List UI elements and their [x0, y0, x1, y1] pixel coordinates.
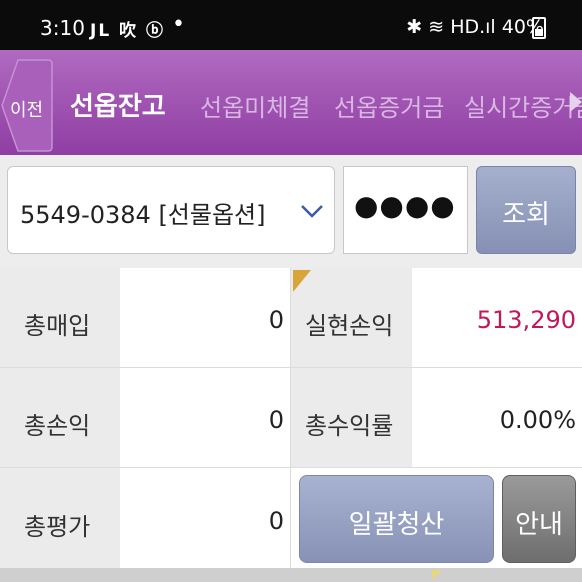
guide-button-label: 안내 — [515, 510, 563, 540]
prev-button[interactable]: 이전 — [0, 58, 56, 153]
bottom-strip — [0, 568, 582, 582]
query-button[interactable]: 조회 — [476, 166, 576, 254]
total-buy-label: 총매입 — [24, 312, 91, 340]
tab-futures-options-unfilled[interactable]: 선옵미체결 — [200, 88, 310, 123]
notification-dot-icon: • — [172, 12, 185, 37]
corner-marker-icon — [293, 270, 311, 292]
realized-pl-value: 513,290 — [476, 306, 576, 334]
battery-icon — [532, 17, 546, 39]
grid-divider — [0, 467, 582, 468]
tab-scroll-right-icon[interactable] — [570, 92, 582, 112]
password-mask: ●●●● — [354, 189, 456, 222]
total-pl-label: 총손익 — [24, 412, 91, 440]
realized-pl-label: 실현손익 — [305, 312, 394, 340]
password-field[interactable]: ●●●● — [343, 166, 468, 254]
total-eval-value: 0 — [268, 507, 284, 535]
tab-futures-options-margin[interactable]: 선옵증거금 — [334, 88, 444, 123]
tab-futures-options-balance[interactable]: 선옵잔고 — [70, 86, 166, 123]
status-time: 3:10 — [40, 16, 85, 40]
status-bar: 3:10 JL 吹 ⓑ • ✱ ≋ HD.ıl 40% — [0, 0, 582, 50]
settle-all-button-label: 일괄청산 — [348, 510, 445, 540]
corner-marker-icon — [432, 570, 442, 580]
chevron-down-icon — [301, 205, 323, 218]
system-status-icons: ✱ ≋ HD.ıl 40% — [406, 16, 544, 38]
total-return-value: 0.00% — [499, 406, 576, 434]
tab-realtime-margin[interactable]: 실시간증거금 — [464, 88, 582, 123]
total-pl-value: 0 — [268, 406, 284, 434]
grid-divider — [290, 268, 291, 568]
account-select-value: 5549-0384 [선물옵션] — [20, 201, 266, 229]
total-buy-value: 0 — [268, 306, 284, 334]
total-return-label: 총수익률 — [305, 412, 394, 440]
prev-button-label: 이전 — [10, 100, 44, 121]
notification-icons: JL 吹 ⓑ — [90, 21, 165, 41]
account-select[interactable]: 5549-0384 [선물옵션] — [7, 166, 335, 254]
guide-button[interactable]: 안내 — [502, 475, 576, 563]
total-eval-label: 총평가 — [24, 513, 91, 541]
settle-all-button[interactable]: 일괄청산 — [299, 475, 494, 563]
grid-divider — [0, 367, 582, 368]
query-button-label: 조회 — [502, 200, 550, 230]
